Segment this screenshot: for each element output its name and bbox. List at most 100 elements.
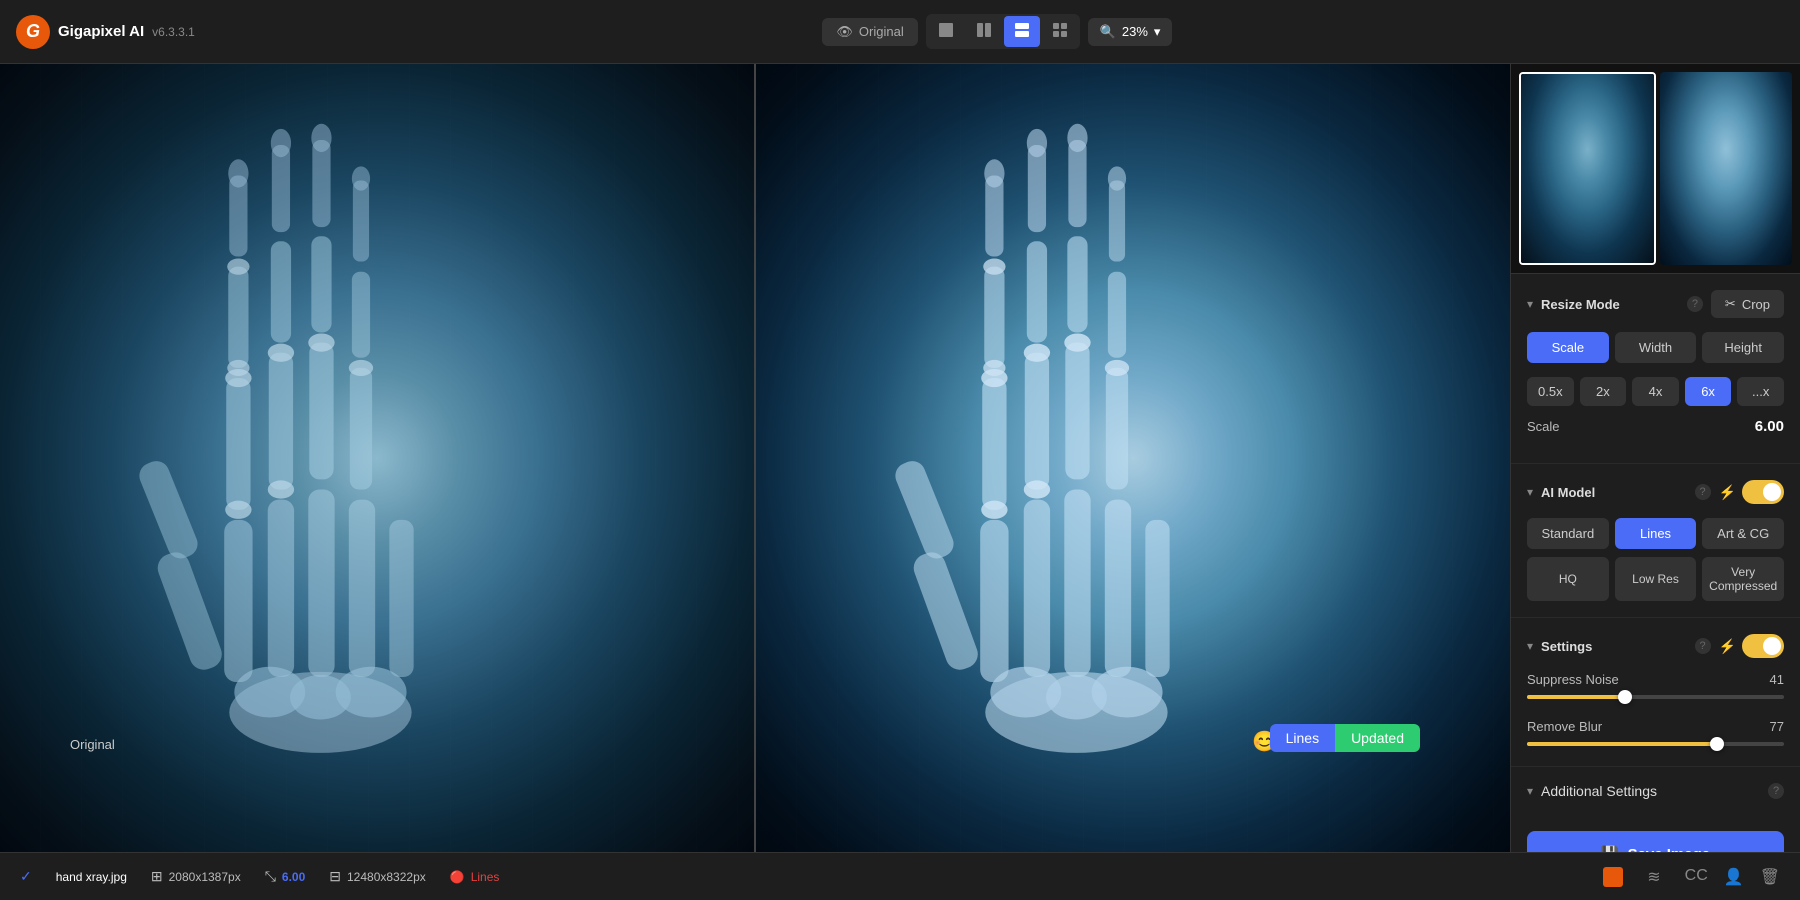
settings-title: Settings <box>1541 639 1687 654</box>
single-view-icon <box>938 22 954 38</box>
model-type-buttons: Standard Lines Art & CG <box>1527 518 1784 549</box>
scale-2x-button[interactable]: 2x <box>1580 377 1627 406</box>
remove-blur-section: Remove Blur 77 <box>1527 719 1784 746</box>
ai-model-header: ▾ AI Model ? ⚡ <box>1527 480 1784 504</box>
model-label-value: Lines <box>471 870 500 884</box>
scale-value: 6.00 <box>1755 418 1784 435</box>
resize-mode-chevron[interactable]: ▾ <box>1527 297 1533 311</box>
scale-0.5x-button[interactable]: 0.5x <box>1527 377 1574 406</box>
suppress-noise-section: Suppress Noise 41 <box>1527 672 1784 699</box>
original-label: Original <box>70 737 115 752</box>
model-label-icon: 🔴 <box>450 870 465 884</box>
additional-settings-chevron[interactable]: ▾ <box>1527 784 1533 798</box>
preview-thumb-1[interactable] <box>1519 72 1656 265</box>
width-mode-button[interactable]: Width <box>1615 332 1697 363</box>
scale-custom-button[interactable]: ...x <box>1737 377 1784 406</box>
remove-blur-value: 77 <box>1770 719 1784 734</box>
split-horizontal-view-button[interactable] <box>1004 16 1040 47</box>
lightning-icon: ⚡ <box>1719 484 1736 501</box>
statusbar: ✓ hand xray.jpg ⊞ 2080x1387px ⤡ 6.00 ⊟ 1… <box>0 852 1800 900</box>
resize-mode-title: Resize Mode <box>1541 297 1679 312</box>
ai-model-toggle[interactable] <box>1742 480 1784 504</box>
additional-settings-row: ▾ Additional Settings ? <box>1511 767 1800 815</box>
right-panel: ▾ Resize Mode ? ✂ Crop Scale Width Heigh… <box>1510 64 1800 852</box>
dims-icon: ⊞ <box>151 868 163 885</box>
hq-quality-button[interactable]: HQ <box>1527 557 1609 601</box>
person-icon[interactable]: 👤 <box>1724 867 1744 887</box>
settings-chevron[interactable]: ▾ <box>1527 639 1533 653</box>
settings-help[interactable]: ? <box>1695 638 1711 654</box>
lines-model-button[interactable]: Lines <box>1615 518 1697 549</box>
wave-item: ≋ <box>1647 867 1660 887</box>
app-name: Gigapixel AI <box>58 23 144 40</box>
suppress-noise-slider[interactable] <box>1527 695 1784 699</box>
original-view-button[interactable]: 👁 Original <box>822 18 917 46</box>
standard-model-button[interactable]: Standard <box>1527 518 1609 549</box>
remove-blur-thumb[interactable] <box>1710 737 1724 751</box>
save-image-button[interactable]: 💾 Save Image <box>1527 831 1784 852</box>
trash-icon[interactable]: 🗑 <box>1760 867 1780 887</box>
split-v-icon <box>976 22 992 38</box>
crop-icon: ✂ <box>1725 296 1736 312</box>
grid-icon <box>1052 22 1068 38</box>
lowres-quality-button[interactable]: Low Res <box>1615 557 1697 601</box>
ai-model-title: AI Model <box>1541 485 1687 500</box>
grid-view-button[interactable] <box>1042 16 1078 47</box>
output-dims-value: 12480x8322px <box>347 870 426 884</box>
main-area: Original <box>0 64 1800 852</box>
processed-xray-image <box>756 64 1397 773</box>
split-vertical-view-button[interactable] <box>966 16 1002 47</box>
suppress-noise-label-row: Suppress Noise 41 <box>1527 672 1784 687</box>
remove-blur-label-row: Remove Blur 77 <box>1527 719 1784 734</box>
original-dims-value: 2080x1387px <box>169 870 241 884</box>
scale-preset-buttons: 0.5x 2x 4x 6x ...x <box>1527 377 1784 406</box>
suppress-noise-label: Suppress Noise <box>1527 672 1619 687</box>
app-logo: G <box>16 15 50 49</box>
app-version: v6.3.3.1 <box>152 25 195 39</box>
scale-value: 6.00 <box>282 870 305 884</box>
artcg-model-button[interactable]: Art & CG <box>1702 518 1784 549</box>
resize-mode-help[interactable]: ? <box>1687 296 1703 312</box>
original-dims-item: ⊞ 2080x1387px <box>151 868 241 885</box>
chevron-down-icon: ▾ <box>1154 24 1161 40</box>
statusbar-right-icons: CC 👤 🗑 <box>1685 867 1780 887</box>
scale-4x-button[interactable]: 4x <box>1632 377 1679 406</box>
additional-settings-help[interactable]: ? <box>1768 783 1784 799</box>
checkmark-icon: ✓ <box>20 868 32 885</box>
cc-icon[interactable]: CC <box>1685 867 1708 887</box>
remove-blur-label: Remove Blur <box>1527 719 1602 734</box>
preview-thumb-2-image <box>1660 72 1793 265</box>
resize-mode-buttons: Scale Width Height <box>1527 332 1784 363</box>
settings-lightning-icon: ⚡ <box>1719 638 1736 655</box>
original-panel: Original <box>0 64 756 852</box>
preview-thumb-2[interactable] <box>1660 72 1793 265</box>
quality-buttons: HQ Low Res Very Compressed <box>1527 557 1784 601</box>
zoom-icon: 🔍 <box>1100 24 1116 40</box>
save-icon: 💾 <box>1601 845 1620 852</box>
crop-button[interactable]: ✂ Crop <box>1711 290 1784 318</box>
ai-model-chevron[interactable]: ▾ <box>1527 485 1533 499</box>
settings-toggle[interactable] <box>1742 634 1784 658</box>
scale-mode-button[interactable]: Scale <box>1527 332 1609 363</box>
zoom-control[interactable]: 🔍 23% ▾ <box>1088 18 1173 46</box>
ai-model-help[interactable]: ? <box>1695 484 1711 500</box>
ai-model-section: ▾ AI Model ? ⚡ Standard Lines Art & CG H… <box>1511 464 1800 618</box>
output-dims-icon: ⊟ <box>329 868 341 885</box>
additional-settings-label: Additional Settings <box>1541 783 1760 799</box>
settings-toggle-area: ⚡ <box>1719 634 1784 658</box>
suppress-noise-thumb[interactable] <box>1618 690 1632 704</box>
topbar: G Gigapixel AI v6.3.3.1 👁 Original <box>0 0 1800 64</box>
single-view-button[interactable] <box>928 16 964 47</box>
preview-strip <box>1511 64 1800 274</box>
scale-6x-button[interactable]: 6x <box>1685 377 1732 406</box>
very-compressed-quality-button[interactable]: Very Compressed <box>1702 557 1784 601</box>
output-dims-item: ⊟ 12480x8322px <box>329 868 425 885</box>
filename-label: hand xray.jpg <box>56 870 127 884</box>
height-mode-button[interactable]: Height <box>1702 332 1784 363</box>
ai-model-toggle-area: ⚡ <box>1719 480 1784 504</box>
suppress-noise-fill <box>1527 695 1625 699</box>
resize-mode-section: ▾ Resize Mode ? ✂ Crop Scale Width Heigh… <box>1511 274 1800 464</box>
suppress-noise-value: 41 <box>1770 672 1784 687</box>
remove-blur-slider[interactable] <box>1527 742 1784 746</box>
model-badge-lines-label: Lines <box>1270 724 1335 752</box>
